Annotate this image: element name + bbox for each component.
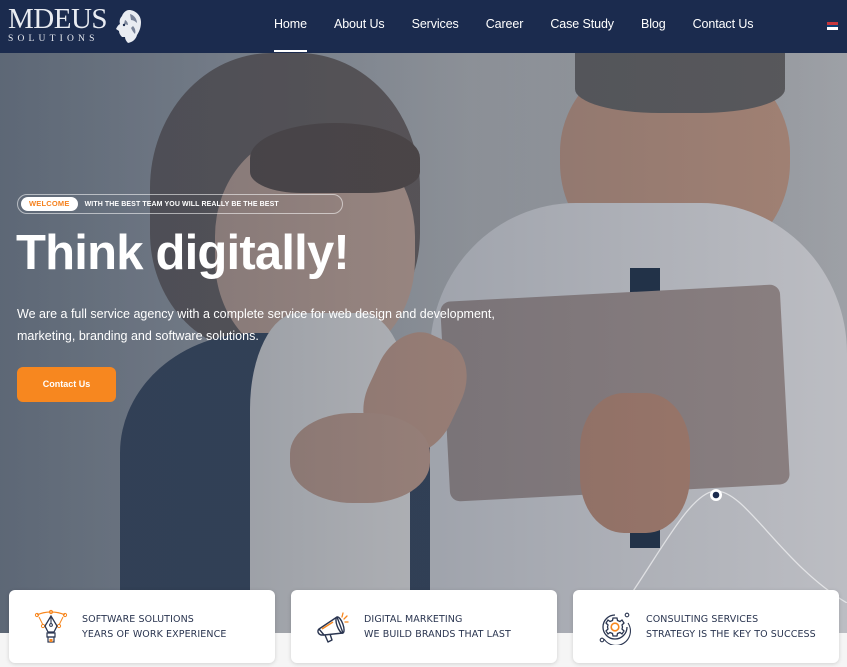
hero-title: Think digitally!	[16, 226, 350, 280]
hero-section: WELCOME WITH THE BEST TEAM YOU WILL REAL…	[0, 53, 847, 633]
logo-main-text: MDEUS	[8, 3, 108, 35]
gear-orbit-icon	[599, 612, 631, 645]
nav-item-career[interactable]: Career	[486, 0, 524, 53]
logo-sub-text: SOLUTIONS	[8, 34, 99, 44]
nav-item-home[interactable]: Home	[274, 0, 307, 53]
feature-subtitle: WE BUILD BRANDS THAT LAST	[364, 628, 511, 640]
logo-text: MDEUS SOLUTIONS	[8, 3, 108, 45]
feature-card-software[interactable]: SOFTWARE SOLUTIONS YEARS OF WORK EXPERIE…	[9, 590, 275, 663]
pen-tool-icon	[34, 609, 68, 643]
welcome-badge: WELCOME	[21, 197, 78, 211]
logo[interactable]: MDEUS SOLUTIONS	[8, 3, 143, 45]
main-nav: Home About Us Services Career Case Study…	[274, 0, 780, 53]
decorative-curve	[624, 489, 847, 603]
megaphone-icon	[317, 611, 349, 643]
nav-item-services[interactable]: Services	[412, 0, 459, 53]
feature-title: CONSULTING SERVICES	[646, 613, 759, 625]
feature-card-text: DIGITAL MARKETING WE BUILD BRANDS THAT L…	[364, 612, 511, 642]
serbian-flag-icon[interactable]	[827, 22, 838, 31]
feature-card-text: SOFTWARE SOLUTIONS YEARS OF WORK EXPERIE…	[82, 612, 226, 642]
feature-title: DIGITAL MARKETING	[364, 613, 463, 625]
welcome-tagline: WITH THE BEST TEAM YOU WILL REALLY BE TH…	[84, 200, 279, 208]
nav-item-blog[interactable]: Blog	[641, 0, 666, 53]
nav-item-contact-us[interactable]: Contact Us	[693, 0, 754, 53]
hero-description: We are a full service agency with a comp…	[17, 307, 495, 343]
nav-item-case-study[interactable]: Case Study	[550, 0, 614, 53]
feature-title: SOFTWARE SOLUTIONS	[82, 613, 194, 625]
nav-item-about-us[interactable]: About Us	[334, 0, 385, 53]
lion-head-icon	[116, 9, 142, 43]
site-header: MDEUS SOLUTIONS Home About Us Services C…	[0, 0, 847, 53]
feature-subtitle: STRATEGY IS THE KEY TO SUCCESS	[646, 628, 816, 640]
feature-subtitle: YEARS OF WORK EXPERIENCE	[82, 628, 227, 640]
feature-card-marketing[interactable]: DIGITAL MARKETING WE BUILD BRANDS THAT L…	[291, 590, 557, 663]
feature-card-text: CONSULTING SERVICES STRATEGY IS THE KEY …	[646, 612, 816, 642]
welcome-pill: WELCOME WITH THE BEST TEAM YOU WILL REAL…	[17, 194, 343, 214]
feature-card-consulting[interactable]: CONSULTING SERVICES STRATEGY IS THE KEY …	[573, 590, 839, 663]
contact-us-button[interactable]: Contact Us	[17, 367, 116, 402]
